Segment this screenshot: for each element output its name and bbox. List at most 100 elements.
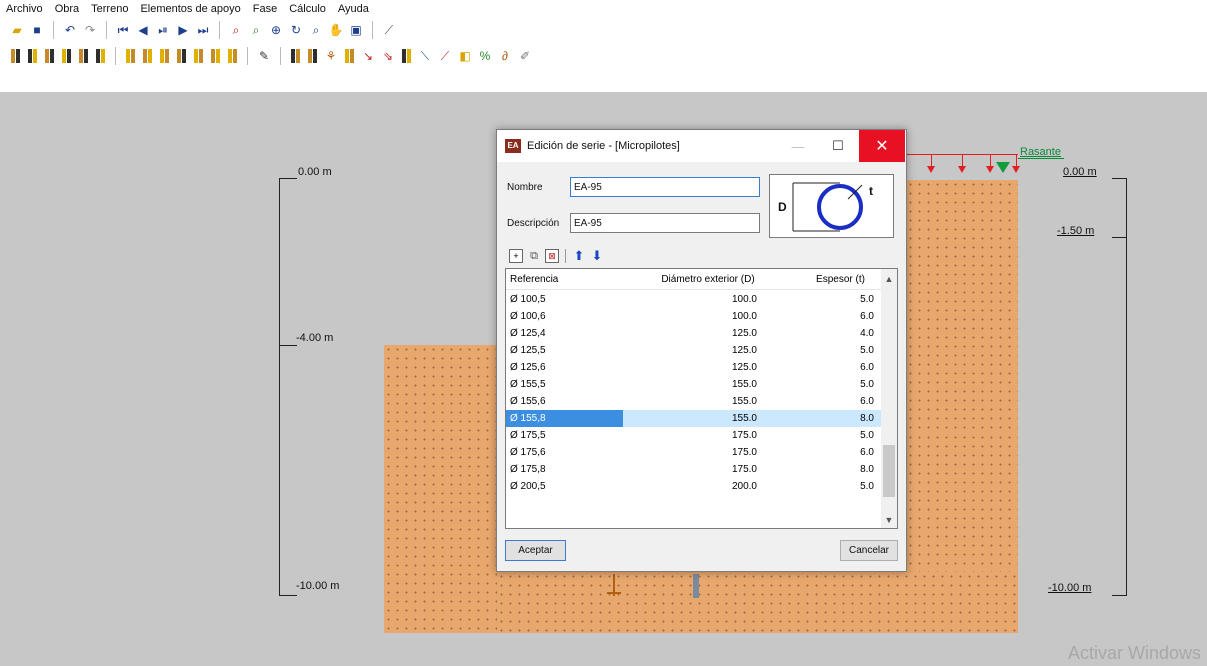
table-row[interactable]: Ø 155,6 155.0 6.0	[506, 393, 882, 410]
open-folder-icon[interactable]: ▰	[8, 21, 26, 39]
properties-icon[interactable]: ▣	[347, 21, 365, 39]
cell-diametro[interactable]: 125.0	[623, 328, 773, 339]
table-scrollbar[interactable]: ▲ ▼	[881, 269, 897, 528]
table-row[interactable]: Ø 175,6 175.0 6.0	[506, 444, 882, 461]
cell-diametro[interactable]: 175.0	[623, 447, 773, 458]
redo-icon[interactable]: ↷	[81, 21, 99, 39]
previous-phase-icon[interactable]: ◀	[134, 21, 152, 39]
strut-tool-icon[interactable]: ⚘	[322, 47, 340, 65]
scroll-down-icon[interactable]: ▼	[881, 512, 897, 528]
zoom-all-icon[interactable]: ⌕	[247, 21, 265, 39]
table-row[interactable]: Ø 125,5 125.0 5.0	[506, 342, 882, 359]
cell-diametro[interactable]: 155.0	[623, 379, 773, 390]
anchor-tool-icon[interactable]	[208, 47, 223, 65]
anchor-tool-icon[interactable]	[140, 47, 155, 65]
anchor-tool-icon[interactable]	[191, 47, 206, 65]
zoom-select-icon[interactable]: ⌕	[227, 21, 245, 39]
table-row[interactable]: Ø 125,6 125.0 6.0	[506, 359, 882, 376]
menu-ayuda[interactable]: Ayuda	[338, 3, 369, 15]
table-row[interactable]: Ø 100,6 100.0 6.0	[506, 308, 882, 325]
cell-espesor[interactable]: 6.0	[773, 311, 882, 322]
cell-espesor[interactable]: 5.0	[773, 294, 882, 305]
cell-referencia[interactable]: Ø 155,6	[506, 396, 623, 407]
load-tool-icon[interactable]	[399, 47, 414, 65]
cell-diametro[interactable]: 125.0	[623, 345, 773, 356]
line-tool-icon[interactable]: ⟋	[436, 47, 454, 65]
table-row[interactable]: Ø 200,5 200.0 5.0	[506, 478, 882, 495]
table-row[interactable]: Ø 175,8 175.0 8.0	[506, 461, 882, 478]
pencil-tool-icon[interactable]: ✐	[516, 47, 534, 65]
zoom-in-icon[interactable]: ⊕	[267, 21, 285, 39]
scroll-up-icon[interactable]: ▲	[881, 271, 897, 287]
cell-espesor[interactable]: 8.0	[773, 413, 882, 424]
cell-referencia[interactable]: Ø 175,5	[506, 430, 623, 441]
cell-diametro[interactable]: 125.0	[623, 362, 773, 373]
redraw-icon[interactable]: ↻	[287, 21, 305, 39]
table-row[interactable]: Ø 175,5 175.0 5.0	[506, 427, 882, 444]
first-phase-icon[interactable]: ⏮	[114, 21, 132, 39]
cell-espesor[interactable]: 4.0	[773, 328, 882, 339]
cell-diametro[interactable]: 175.0	[623, 464, 773, 475]
cell-referencia[interactable]: Ø 100,6	[506, 311, 623, 322]
move-up-icon[interactable]: ⬆	[572, 248, 586, 263]
save-icon[interactable]: ■	[28, 21, 46, 39]
cell-espesor[interactable]: 5.0	[773, 379, 882, 390]
cell-referencia[interactable]: Ø 125,4	[506, 328, 623, 339]
accept-button[interactable]: Aceptar	[505, 540, 566, 561]
anchor-tool-icon[interactable]	[123, 47, 138, 65]
delete-row-icon[interactable]: ⊠	[545, 249, 559, 263]
anchor-tool-icon[interactable]	[174, 47, 189, 65]
wall-tool-icon[interactable]	[42, 47, 57, 65]
menu-terreno[interactable]: Terreno	[91, 3, 128, 15]
cell-referencia[interactable]: Ø 155,8	[506, 410, 623, 427]
maximize-button[interactable]: ☐	[818, 130, 858, 162]
wall-tool-icon[interactable]	[25, 47, 40, 65]
nombre-input[interactable]	[570, 177, 760, 197]
cell-referencia[interactable]: Ø 100,5	[506, 294, 623, 305]
menu-fase[interactable]: Fase	[253, 3, 277, 15]
undo-icon[interactable]: ↶	[61, 21, 79, 39]
load-tool-icon[interactable]	[342, 47, 357, 65]
last-phase-icon[interactable]: ⏭	[194, 21, 212, 39]
column-header-referencia[interactable]: Referencia	[506, 269, 623, 289]
cell-referencia[interactable]: Ø 175,8	[506, 464, 623, 475]
pan-icon[interactable]: ✋	[327, 21, 345, 39]
graph-icon[interactable]: ⟋	[380, 21, 398, 39]
cell-espesor[interactable]: 6.0	[773, 396, 882, 407]
wall-tool-icon[interactable]	[76, 47, 91, 65]
arrow-load-icon[interactable]: ⇘	[379, 47, 397, 65]
dialog-title-bar[interactable]: EA Edición de serie - [Micropilotes] — ☐…	[497, 130, 906, 162]
table-row[interactable]: Ø 100,5 100.0 5.0	[506, 291, 882, 308]
close-button[interactable]: ✕	[859, 130, 905, 162]
cell-referencia[interactable]: Ø 200,5	[506, 481, 623, 492]
move-down-icon[interactable]: ⬇	[590, 248, 604, 263]
wall-tool-icon[interactable]	[8, 47, 23, 65]
menu-archivo[interactable]: Archivo	[6, 3, 43, 15]
anchor-tool-icon[interactable]	[157, 47, 172, 65]
percent-tool-icon[interactable]: %	[476, 47, 494, 65]
table-row[interactable]: Ø 125,4 125.0 4.0	[506, 325, 882, 342]
table-row-selected[interactable]: Ø 155,8 155.0 8.0	[506, 410, 882, 427]
menu-obra[interactable]: Obra	[55, 3, 79, 15]
cell-diametro[interactable]: 175.0	[623, 430, 773, 441]
next-phase-icon[interactable]: ▶	[174, 21, 192, 39]
descripcion-input[interactable]	[570, 213, 760, 233]
cell-espesor[interactable]: 6.0	[773, 447, 882, 458]
menu-calculo[interactable]: Cálculo	[289, 3, 326, 15]
table-row[interactable]: Ø 155,5 155.0 5.0	[506, 376, 882, 393]
wall-tool-icon[interactable]	[93, 47, 108, 65]
cell-referencia[interactable]: Ø 155,5	[506, 379, 623, 390]
menu-elementos-de-apoyo[interactable]: Elementos de apoyo	[140, 3, 240, 15]
cell-espesor[interactable]: 6.0	[773, 362, 882, 373]
phases-icon[interactable]: ⏯	[154, 21, 172, 39]
cell-referencia[interactable]: Ø 125,5	[506, 345, 623, 356]
cell-diametro[interactable]: 155.0	[623, 396, 773, 407]
cell-diametro[interactable]: 100.0	[623, 311, 773, 322]
edit-element-icon[interactable]: ✎	[255, 47, 273, 65]
anchor-tool-icon[interactable]	[225, 47, 240, 65]
scrollbar-thumb[interactable]	[883, 445, 895, 497]
cell-diametro[interactable]: 100.0	[623, 294, 773, 305]
cancel-button[interactable]: Cancelar	[840, 540, 898, 561]
load-tool-icon[interactable]	[305, 47, 320, 65]
cell-espesor[interactable]: 5.0	[773, 345, 882, 356]
